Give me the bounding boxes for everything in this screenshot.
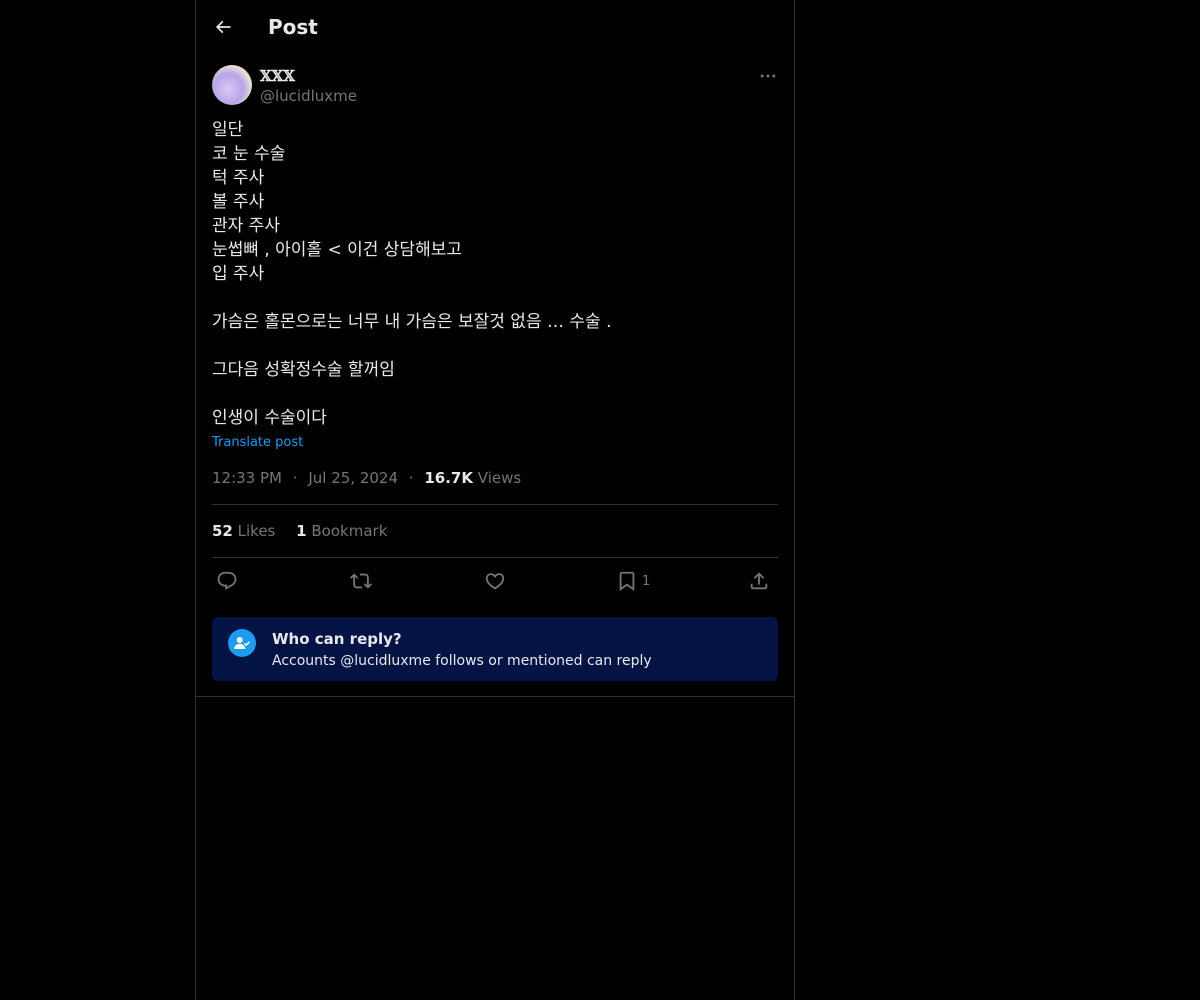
author-display-name[interactable]: 𝕏𝕏𝕏	[260, 66, 295, 86]
author-handle[interactable]: @lucidluxme	[260, 86, 357, 106]
repost-button[interactable]	[350, 569, 372, 593]
translate-post-link[interactable]: Translate post	[212, 434, 303, 452]
divider	[212, 504, 778, 505]
page-title: Post	[268, 15, 318, 39]
page-header: Post	[196, 0, 794, 54]
likes-stat[interactable]: 52 Likes	[212, 521, 275, 541]
action-bar: 1	[212, 565, 778, 597]
views-label: Views	[477, 469, 522, 487]
engagement-stats: 52 Likes 1 Bookmark	[212, 521, 403, 541]
reply-icon	[217, 571, 237, 590]
back-button[interactable]	[208, 12, 238, 42]
more-horizontal-icon	[760, 74, 776, 78]
views-count: 16.7K	[424, 469, 473, 487]
bookmarks-count: 1	[296, 522, 307, 540]
meta-separator: ·	[292, 469, 298, 487]
meta-separator-2: ·	[408, 469, 414, 487]
reply-restriction-icon-badge	[228, 629, 256, 657]
likes-label: Likes	[237, 522, 276, 540]
who-can-reply-notice: Who can reply? Accounts @lucidluxme foll…	[212, 617, 778, 681]
bookmark-icon	[619, 571, 635, 592]
who-can-reply-title: Who can reply?	[272, 630, 402, 648]
bookmark-count: 1	[642, 573, 651, 589]
avatar[interactable]	[212, 65, 252, 105]
divider-2	[212, 557, 778, 558]
post-text: 일단 코 눈 수술 턱 주사 볼 주사 관자 주사 눈썹뼈 , 아이홀 < 이건…	[212, 120, 612, 428]
repost-icon	[350, 573, 372, 589]
user-check-icon	[234, 637, 251, 649]
post-date[interactable]: Jul 25, 2024	[308, 469, 398, 487]
more-options-button[interactable]	[756, 66, 780, 86]
reply-button[interactable]	[216, 569, 238, 593]
post-detail: 𝕏𝕏𝕏 @lucidluxme 일단 코 눈 수술 턱 주사 볼 주사 관자 주…	[196, 54, 794, 697]
share-icon	[750, 572, 768, 590]
share-button[interactable]	[748, 569, 770, 593]
bookmark-button[interactable]: 1	[616, 569, 650, 593]
post-metadata: 12:33 PM · Jul 25, 2024 · 16.7K Views	[212, 468, 521, 488]
likes-count: 52	[212, 522, 233, 540]
bookmarks-label: Bookmark	[311, 522, 388, 540]
like-button[interactable]	[484, 569, 506, 593]
post-time[interactable]: 12:33 PM	[212, 469, 282, 487]
heart-icon	[485, 573, 505, 590]
bookmarks-stat[interactable]: 1 Bookmark	[296, 521, 387, 541]
who-can-reply-description: Accounts @lucidluxme follows or mentione…	[272, 653, 652, 669]
main-column: Post 𝕏𝕏𝕏 @lucidluxme 일단 코 눈 수술 턱 주사 볼 주사…	[195, 0, 795, 1000]
arrow-left-icon	[215, 20, 231, 34]
